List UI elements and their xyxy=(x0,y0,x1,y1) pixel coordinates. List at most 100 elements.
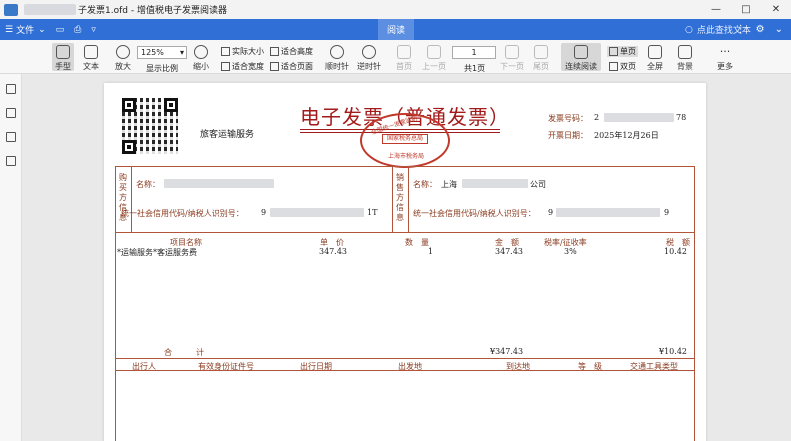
fit-width-icon xyxy=(221,62,230,71)
issue-date-label: 开票日期： xyxy=(548,131,588,140)
fit-page-button[interactable]: 适合页面 xyxy=(270,61,313,72)
left-sidebar xyxy=(0,74,22,441)
qr-finder-icon xyxy=(122,98,136,112)
seller-taxid-redacted xyxy=(556,208,660,217)
double-page-button[interactable]: 双页 xyxy=(607,61,638,72)
single-page-button[interactable]: 单页 xyxy=(607,46,638,57)
close-button[interactable]: ✕ xyxy=(761,0,791,19)
buyer-taxid-suffix: 1T xyxy=(367,208,378,217)
hand-tool-label: 手型 xyxy=(55,62,71,71)
tab-read[interactable]: 阅读 xyxy=(378,19,414,40)
invoice-no-redacted xyxy=(604,113,674,122)
actual-size-icon xyxy=(221,47,230,56)
hamburger-icon: ☰ xyxy=(5,24,14,35)
fullscreen-button[interactable]: 全屏 xyxy=(644,45,666,72)
actual-size-button[interactable]: 实际大小 xyxy=(221,46,264,57)
zoom-in-button[interactable]: 放大 xyxy=(112,45,134,72)
item-tax: 10.42 xyxy=(664,247,687,256)
seller-taxid-prefix: 9 xyxy=(548,208,554,217)
fit-height-icon xyxy=(270,47,279,56)
rotate-ccw-label: 逆时针 xyxy=(357,62,381,71)
outline-icon[interactable] xyxy=(6,84,16,94)
table-divider xyxy=(115,232,695,233)
invoice-no-suffix: 78 xyxy=(676,113,687,122)
seller-name-suffix: 公司 xyxy=(530,180,546,189)
zoom-in-icon xyxy=(116,45,130,59)
quick-access-dropdown[interactable]: ▿ xyxy=(86,19,101,40)
background-button[interactable]: 背景 xyxy=(674,45,696,72)
print-button[interactable]: ⎙ xyxy=(69,19,86,40)
more-label: 更多 xyxy=(717,62,733,71)
search-icon: ○ xyxy=(685,24,693,35)
buyer-taxid-redacted xyxy=(270,208,364,217)
hand-tool-button[interactable]: 手型 xyxy=(52,43,74,71)
col-class: 等 级 xyxy=(578,362,602,371)
seller-section-label: 销售方信息 xyxy=(396,173,404,222)
chevron-down-icon: ▿ xyxy=(91,24,96,35)
fit-height-label: 适合高度 xyxy=(281,47,313,56)
open-file-button[interactable]: ▭ xyxy=(51,19,70,40)
zoom-value: 125% xyxy=(141,48,164,57)
chevron-down-icon[interactable]: ⌄ xyxy=(775,24,783,35)
issue-date: 2025年12月26日 xyxy=(594,131,659,140)
next-page-button[interactable]: 下一页 xyxy=(499,45,525,72)
zoom-out-button[interactable]: 缩小 xyxy=(190,45,212,72)
qr-finder-icon xyxy=(122,140,136,154)
prev-page-button[interactable]: 上一页 xyxy=(421,45,447,72)
minimize-button[interactable]: — xyxy=(701,0,731,19)
fullscreen-icon xyxy=(648,45,662,59)
thumbnail-icon[interactable] xyxy=(6,108,16,118)
seller-name-redacted xyxy=(462,179,528,188)
rotate-ccw-icon xyxy=(362,45,376,59)
prev-page-label: 上一页 xyxy=(422,62,446,71)
buyer-name-label: 名称： xyxy=(136,180,160,189)
hand-icon xyxy=(56,45,70,59)
item-quantity: 1 xyxy=(428,247,434,256)
annotation-icon[interactable] xyxy=(6,156,16,166)
text-tool-button[interactable]: 文本 xyxy=(80,45,102,72)
menu-right-tools: ⋮ ⚙ ⌄ xyxy=(736,19,783,40)
fit-height-button[interactable]: 适合高度 xyxy=(270,46,313,57)
invoice-no-prefix: 2 xyxy=(594,113,600,122)
rotate-ccw-button[interactable]: 逆时针 xyxy=(356,45,382,72)
col-quantity: 数 量 xyxy=(405,238,429,247)
first-page-button[interactable]: 首页 xyxy=(393,45,415,72)
printer-icon: ⎙ xyxy=(74,24,82,35)
total-pages: 共1页 xyxy=(464,64,486,73)
last-page-button[interactable]: 尾页 xyxy=(530,45,552,72)
structure-icon[interactable] xyxy=(6,132,16,142)
rotate-cw-icon xyxy=(330,45,344,59)
zoom-out-label: 缩小 xyxy=(193,62,209,71)
document-viewport[interactable]: 旅客运输服务 电子发票（普通发票） 全国统一发票监制 国家税务总局 上海市税务局… xyxy=(22,74,791,441)
item-name: *运输服务*客运服务费 xyxy=(117,248,197,257)
item-amount: 347.43 xyxy=(495,247,523,256)
window-title: 子发票1.ofd - 增值税电子发票阅读器 xyxy=(78,6,227,16)
page-number-input[interactable]: 1 xyxy=(452,46,496,59)
total-label: 合 计 xyxy=(164,348,204,357)
seller-name-prefix: 上海 xyxy=(441,180,457,189)
file-menu-label: 文件 xyxy=(16,26,35,36)
table-divider xyxy=(115,358,695,359)
zoom-in-label: 放大 xyxy=(115,62,131,71)
fullscreen-label: 全屏 xyxy=(647,62,663,71)
more-button[interactable]: ··· 更多 xyxy=(713,45,737,72)
maximize-button[interactable]: □ xyxy=(731,0,761,19)
fit-width-button[interactable]: 适合宽度 xyxy=(221,61,264,72)
rotate-cw-button[interactable]: 顺时针 xyxy=(324,45,350,72)
app-logo-icon xyxy=(4,3,18,16)
more-horizontal-icon: ··· xyxy=(719,45,731,58)
single-page-label: 单页 xyxy=(620,47,636,56)
table-divider xyxy=(131,166,132,232)
file-menu[interactable]: ☰ 文件 ⌄ xyxy=(0,19,51,40)
continuous-read-button[interactable]: 连续阅读 xyxy=(561,43,601,71)
zoom-select[interactable]: 125% ▾ xyxy=(137,46,187,59)
total-amount: ¥347.43 xyxy=(490,347,524,356)
col-traveler: 出行人 xyxy=(132,362,156,371)
col-destination: 到达地 xyxy=(506,362,530,371)
more-vertical-icon[interactable]: ⋮ xyxy=(736,24,746,35)
menu-bar: ☰ 文件 ⌄ ▭ ⎙ ▿ 阅读 ○ 点此查找文本 ⋮ ⚙ ⌄ xyxy=(0,19,791,40)
settings-icon[interactable]: ⚙ xyxy=(756,24,765,35)
table-divider xyxy=(408,166,409,232)
buyer-taxid-label: 统一社会信用代码/纳税人识别号： xyxy=(121,209,244,218)
first-page-icon xyxy=(397,45,411,59)
